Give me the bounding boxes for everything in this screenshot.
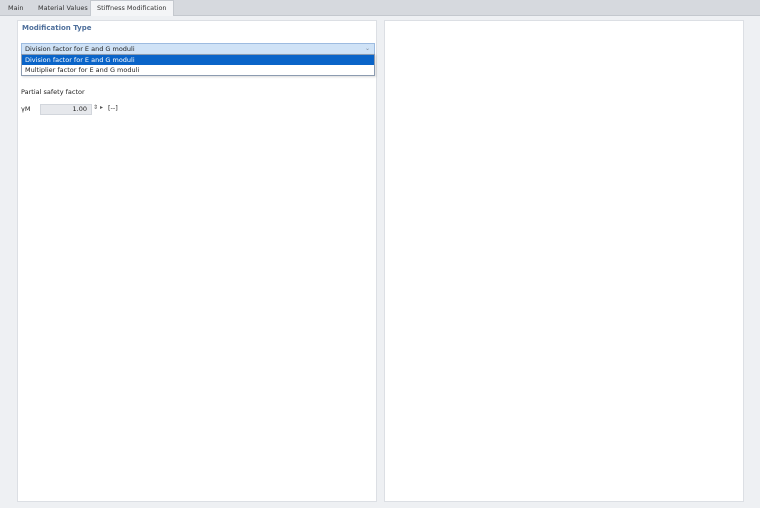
section-title-modification-type: Modification Type [22, 24, 92, 32]
gamma-m-input[interactable]: 1.00 [40, 104, 92, 115]
right-panel [384, 20, 744, 502]
modification-type-dropdown: Division factor for E and G moduli Multi… [21, 54, 375, 76]
tab-material-values[interactable]: Material Values [32, 1, 94, 15]
expand-triangle-icon[interactable]: ▸ [100, 104, 103, 111]
chevron-down-icon[interactable]: ⌄ [365, 44, 370, 54]
combo-selected-value: Division factor for E and G moduli [25, 45, 135, 53]
gamma-m-label: γM [21, 105, 31, 113]
gamma-m-unit: [--] [108, 104, 118, 112]
partial-safety-factor-heading: Partial safety factor [21, 88, 85, 96]
dropdown-option-multiplier[interactable]: Multiplier factor for E and G moduli [22, 65, 374, 75]
spin-controls: ⇕ ▸ [93, 103, 103, 113]
tab-stiffness-modification[interactable]: Stiffness Modification [90, 0, 174, 16]
tab-main[interactable]: Main [2, 1, 30, 15]
left-panel: Modification Type Division factor for E … [17, 20, 377, 502]
spin-arrows-icon[interactable]: ⇕ [93, 104, 98, 111]
dropdown-option-division[interactable]: Division factor for E and G moduli [22, 55, 374, 65]
tab-bar: Main Material Values Stiffness Modificat… [0, 0, 760, 16]
gamma-m-value: 1.00 [72, 105, 87, 113]
